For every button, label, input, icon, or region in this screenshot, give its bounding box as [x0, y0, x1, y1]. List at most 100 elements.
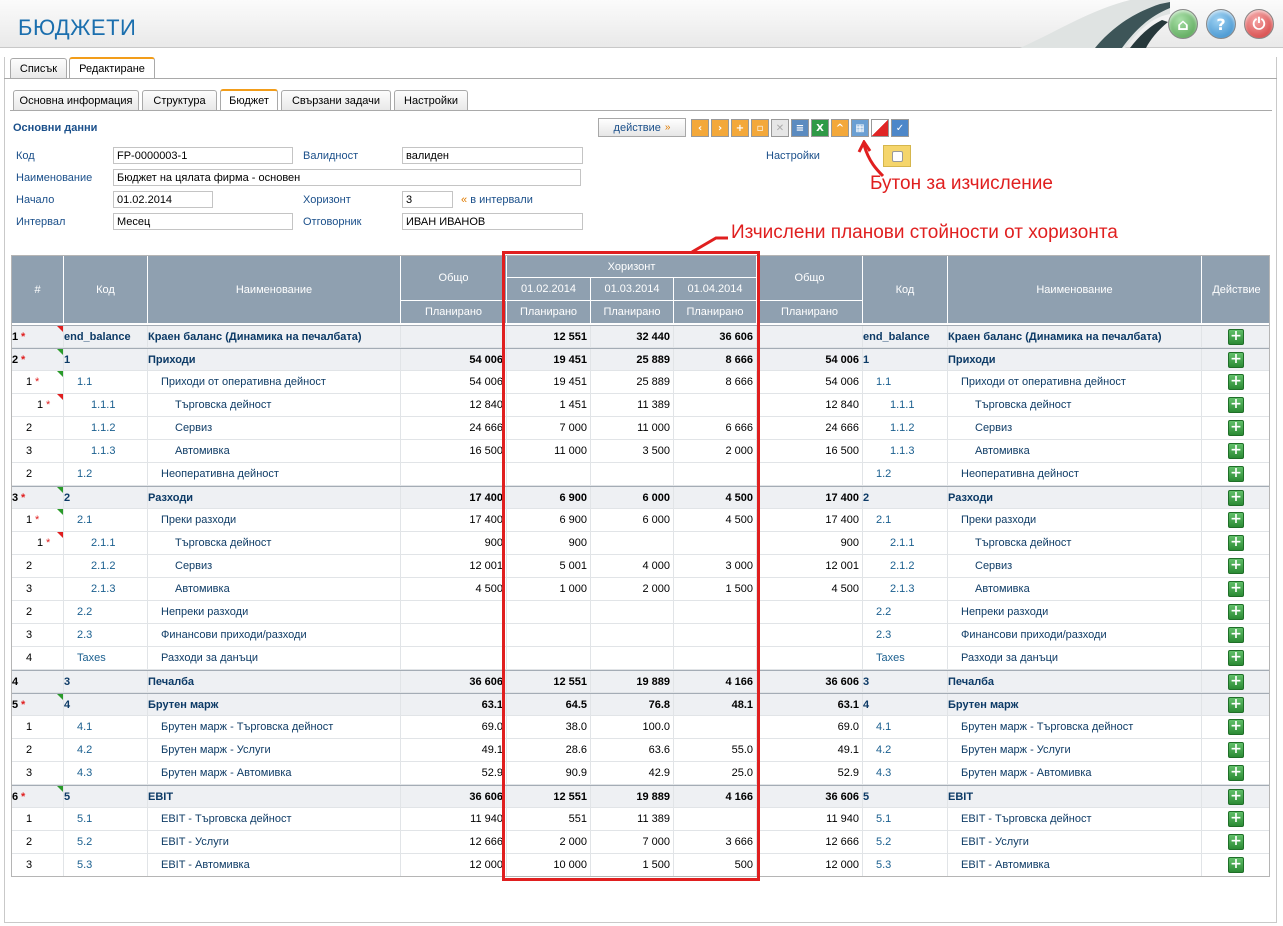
- excel-button[interactable]: X: [811, 119, 829, 137]
- logout-button[interactable]: ⏻: [1244, 9, 1274, 39]
- add-row-button[interactable]: +: [1228, 512, 1244, 528]
- table-cell: Непреки разходи: [948, 601, 1202, 623]
- add-row-button[interactable]: +: [1228, 742, 1244, 758]
- row-total: 12 666: [469, 836, 503, 848]
- table-cell: Брутен марж: [148, 694, 401, 716]
- add-row-button[interactable]: +: [1228, 490, 1244, 506]
- table-cell: Брутен марж - Услуги: [948, 739, 1202, 761]
- tab-structure[interactable]: Структура: [142, 90, 217, 111]
- table-cell: 36 606: [757, 786, 863, 808]
- row-number: 4: [26, 652, 33, 664]
- row-name: Непреки разходи: [161, 606, 249, 618]
- row-name-2: Непреки разходи: [961, 606, 1049, 618]
- owner-field[interactable]: ИВАН ИВАНОВ: [402, 213, 583, 230]
- row-horizon-2: 2 000: [642, 583, 670, 595]
- add-row-button[interactable]: +: [1228, 604, 1244, 620]
- clear-button[interactable]: [871, 119, 889, 137]
- tab-budget[interactable]: Бюджет: [220, 89, 278, 111]
- table-cell: [674, 716, 757, 738]
- home-button[interactable]: ⌂: [1168, 9, 1198, 39]
- add-row-button[interactable]: +: [1228, 650, 1244, 666]
- print-button[interactable]: ≡: [791, 119, 809, 137]
- calculate-button[interactable]: ▦: [851, 119, 869, 137]
- table-cell: 1.1: [863, 371, 948, 393]
- add-row-button[interactable]: +: [1228, 352, 1244, 368]
- row-name: Краен баланс (Динамика на печалбата): [148, 331, 362, 343]
- confirm-button[interactable]: ✓: [891, 119, 909, 137]
- row-horizon-2: 19 889: [636, 676, 670, 688]
- table-cell: 1 *: [12, 326, 64, 348]
- tab-settings[interactable]: Настройки: [394, 90, 468, 111]
- help-button[interactable]: ?: [1206, 9, 1236, 39]
- add-row-button[interactable]: +: [1228, 789, 1244, 805]
- copy-button[interactable]: ▫: [751, 119, 769, 137]
- row-horizon-1: 900: [568, 537, 587, 549]
- col-header-name: Наименование: [148, 256, 401, 324]
- table-cell: 17 400: [757, 487, 863, 509]
- code-field[interactable]: FP-0000003-1: [113, 147, 293, 164]
- add-row-button[interactable]: +: [1228, 697, 1244, 713]
- row-number: 1: [26, 813, 33, 825]
- validity-field[interactable]: валиден: [402, 147, 583, 164]
- row-number: 3: [12, 492, 19, 504]
- add-row-button[interactable]: +: [1228, 674, 1244, 690]
- name-field[interactable]: Бюджет на цялата фирма - основен: [113, 169, 581, 186]
- add-row-button[interactable]: +: [1228, 627, 1244, 643]
- add-row-button[interactable]: +: [1228, 558, 1244, 574]
- table-cell: 900: [401, 532, 507, 554]
- calculate-icon: ▦: [855, 122, 865, 134]
- tab-related-tasks[interactable]: Свързани задачи: [281, 90, 391, 111]
- row-code-2: 5.1: [876, 813, 892, 825]
- add-row-button[interactable]: +: [1228, 329, 1244, 345]
- add-row-button[interactable]: +: [1228, 535, 1244, 551]
- row-horizon-1: 551: [568, 813, 587, 825]
- row-horizon-2: 6 000: [642, 514, 670, 526]
- table-cell: 1.1.1: [64, 394, 148, 416]
- row-horizon-3: 8 666: [725, 376, 753, 388]
- tab-basic-info[interactable]: Основна информация: [13, 90, 139, 111]
- action-menu-button[interactable]: действие »: [598, 118, 686, 137]
- delete-button[interactable]: ✕: [771, 119, 789, 137]
- add-row-button[interactable]: +: [1228, 811, 1244, 827]
- prev-button[interactable]: ‹: [691, 119, 709, 137]
- add-button[interactable]: +: [731, 119, 749, 137]
- row-number: 5: [12, 699, 19, 711]
- row-total-2: 4 500: [831, 583, 859, 595]
- table-cell: Сервиз: [148, 417, 401, 439]
- row-name-2: Разходи за данъци: [961, 652, 1059, 664]
- table-cell: 12 551: [507, 786, 591, 808]
- col-header-name: Наименование: [948, 256, 1202, 324]
- table-row: 4 3 Печалба 36 606 12 551 19 889 4 166 36 606 3 П…: [12, 670, 1269, 693]
- add-row-button[interactable]: +: [1228, 834, 1244, 850]
- row-code-2: 2.2: [876, 606, 892, 618]
- required-star-icon: *: [46, 537, 51, 549]
- table-cell: EBIT - Автомивка: [148, 854, 401, 876]
- horizon-field[interactable]: 3: [402, 191, 453, 208]
- tab-edit[interactable]: Редактиране: [69, 57, 155, 79]
- row-total-2: 54 006: [825, 354, 859, 366]
- row-code-2: 1.1.1: [890, 399, 915, 411]
- add-row-button[interactable]: +: [1228, 581, 1244, 597]
- add-row-button[interactable]: +: [1228, 374, 1244, 390]
- tab-list[interactable]: Списък: [10, 58, 67, 79]
- table-cell: 5.1: [64, 808, 148, 830]
- add-row-button[interactable]: +: [1228, 443, 1244, 459]
- interval-field[interactable]: Месец: [113, 213, 293, 230]
- table-cell: 11 940: [757, 808, 863, 830]
- table-cell: [757, 647, 863, 669]
- annotation-line-icon: [691, 236, 728, 254]
- table-cell: 551: [507, 808, 591, 830]
- row-total-2: 52.9: [837, 767, 859, 779]
- required-star-icon: *: [46, 399, 51, 411]
- start-date-field[interactable]: 01.02.2014: [113, 191, 213, 208]
- next-button[interactable]: ›: [711, 119, 729, 137]
- add-row-button[interactable]: +: [1228, 420, 1244, 436]
- table-cell: 5.3: [863, 854, 948, 876]
- add-row-button[interactable]: +: [1228, 857, 1244, 873]
- table-cell: 4 166: [674, 671, 757, 693]
- up-button[interactable]: ^: [831, 119, 849, 137]
- add-row-button[interactable]: +: [1228, 466, 1244, 482]
- add-row-button[interactable]: +: [1228, 719, 1244, 735]
- add-row-button[interactable]: +: [1228, 765, 1244, 781]
- add-row-button[interactable]: +: [1228, 397, 1244, 413]
